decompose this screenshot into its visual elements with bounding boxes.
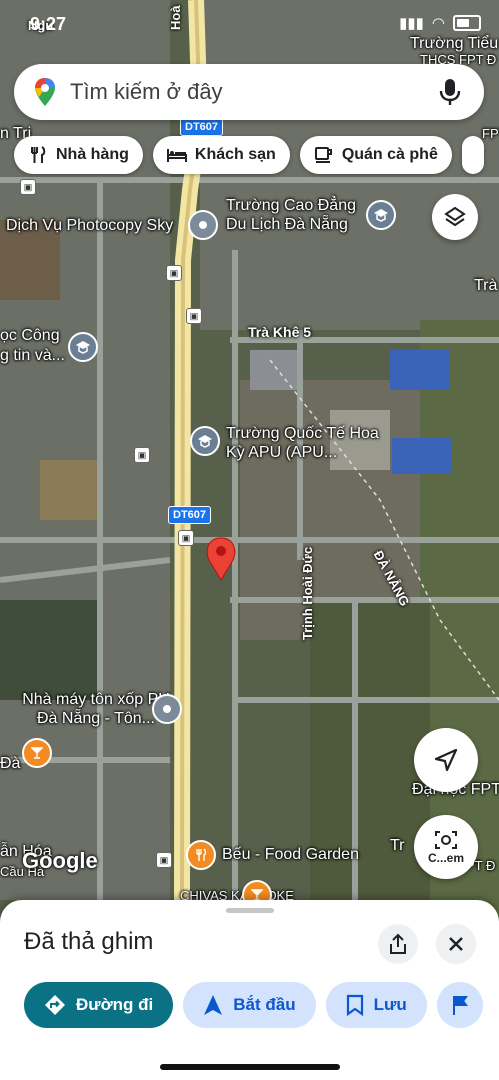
road-label: Trịnh Hoài Đức xyxy=(300,546,315,640)
bus-stop-icon[interactable]: ▣ xyxy=(156,852,172,868)
route-shield: DT607 xyxy=(180,118,224,136)
map-place-label[interactable]: Trường Cao Đẳng Du Lịch Đà Nẵng xyxy=(226,196,376,234)
category-chips: Nhà hàng Khách sạn Quán cà phê xyxy=(14,136,484,174)
place-marker-icon[interactable] xyxy=(152,694,182,724)
microphone-icon[interactable] xyxy=(438,77,462,107)
sheet-actions: Đường đi Bắt đầu Lưu xyxy=(24,982,483,1028)
home-indicator xyxy=(160,1064,340,1070)
google-attribution: Google xyxy=(22,848,98,873)
school-icon[interactable] xyxy=(190,426,220,456)
chip-cafes[interactable]: Quán cà phê xyxy=(299,136,452,174)
school-icon[interactable] xyxy=(366,200,396,230)
battery-icon xyxy=(453,15,481,31)
share-button[interactable] xyxy=(378,924,418,964)
save-button[interactable]: Lưu xyxy=(325,982,427,1028)
sheet-title: Đã thả ghim xyxy=(24,928,154,955)
start-button[interactable]: Bắt đầu xyxy=(183,982,316,1028)
chip-label: Nhà hàng xyxy=(56,146,129,163)
navigation-arrow-icon xyxy=(204,995,223,1015)
close-icon xyxy=(449,937,463,951)
search-input[interactable]: Tìm kiếm ở đây xyxy=(70,79,438,105)
map-place-label[interactable]: Tr xyxy=(390,836,405,855)
share-icon xyxy=(390,933,406,954)
close-button[interactable] xyxy=(436,924,476,964)
status-time: 9:27 xyxy=(30,14,67,34)
bus-stop-icon[interactable]: ▣ xyxy=(134,447,150,463)
bus-stop-icon[interactable]: ▣ xyxy=(178,530,194,546)
layers-button[interactable] xyxy=(432,194,478,240)
label-button[interactable] xyxy=(436,982,483,1028)
chip-hotels[interactable]: Khách sạn xyxy=(152,136,290,174)
save-label: Lưu xyxy=(373,995,407,1014)
sheet-drag-handle[interactable] xyxy=(226,908,274,913)
map-place-label[interactable]: g tin và... xyxy=(0,346,65,365)
directions-icon xyxy=(45,995,65,1015)
directions-label: Đường đi xyxy=(76,995,154,1014)
bus-stop-icon[interactable]: ▣ xyxy=(20,179,36,195)
hotel-icon xyxy=(166,149,187,162)
search-bar[interactable]: Tìm kiếm ở đây xyxy=(14,64,484,120)
status-bar: 9:27 ▮▮▮ ◠ xyxy=(0,0,499,50)
restaurant-marker-icon[interactable] xyxy=(186,840,216,870)
map-place-label[interactable]: Dịch Vụ Photocopy Sky xyxy=(6,216,173,235)
my-location-button[interactable] xyxy=(414,728,478,792)
road-label: Trà Khê 5 xyxy=(248,324,312,340)
bookmark-icon xyxy=(346,994,363,1016)
camera-lens-icon xyxy=(435,831,457,849)
map-place-label[interactable]: Bếu - Food Garden xyxy=(222,845,359,864)
chip-restaurants[interactable]: Nhà hàng xyxy=(14,136,143,174)
map-place-label[interactable]: Trà xyxy=(474,276,497,295)
camera-search-label: C...em xyxy=(427,851,464,865)
start-label: Bắt đầu xyxy=(233,995,296,1014)
map-place-label[interactable]: ọc Công xyxy=(0,326,60,345)
maps-logo-icon xyxy=(35,78,55,106)
directions-button[interactable]: Đường đi xyxy=(24,982,174,1028)
place-marker-icon[interactable] xyxy=(188,210,218,240)
chip-more[interactable] xyxy=(461,136,484,174)
bus-stop-icon[interactable]: ▣ xyxy=(166,265,182,281)
map-place-label[interactable]: Đà xyxy=(0,754,20,773)
wifi-icon: ◠ xyxy=(431,15,445,32)
chip-label: Quán cà phê xyxy=(341,146,438,163)
navigation-arrow-icon xyxy=(434,748,458,772)
bus-stop-icon[interactable]: ▣ xyxy=(186,308,202,324)
school-icon[interactable] xyxy=(68,332,98,362)
restaurant-icon xyxy=(31,146,46,163)
chip-label: Khách sạn xyxy=(194,146,276,163)
signal-icon: ▮▮▮ xyxy=(399,15,424,32)
flag-icon xyxy=(452,996,468,1015)
map-place-label[interactable]: FPT xyxy=(482,124,499,143)
status-icons: ▮▮▮ ◠ xyxy=(399,14,481,32)
layers-icon xyxy=(444,206,466,227)
bar-marker-icon[interactable] xyxy=(22,738,52,768)
cafe-icon xyxy=(314,147,332,163)
route-shield: DT607 xyxy=(168,506,212,524)
dropped-pin-sheet[interactable]: Đã thả ghim Đường đi Bắt đầu Lưu xyxy=(0,900,499,1080)
camera-search-button[interactable]: C...em xyxy=(414,815,478,879)
map-place-label[interactable]: Trường Quốc Tế Hoa Kỳ APU (APU... xyxy=(226,424,396,462)
